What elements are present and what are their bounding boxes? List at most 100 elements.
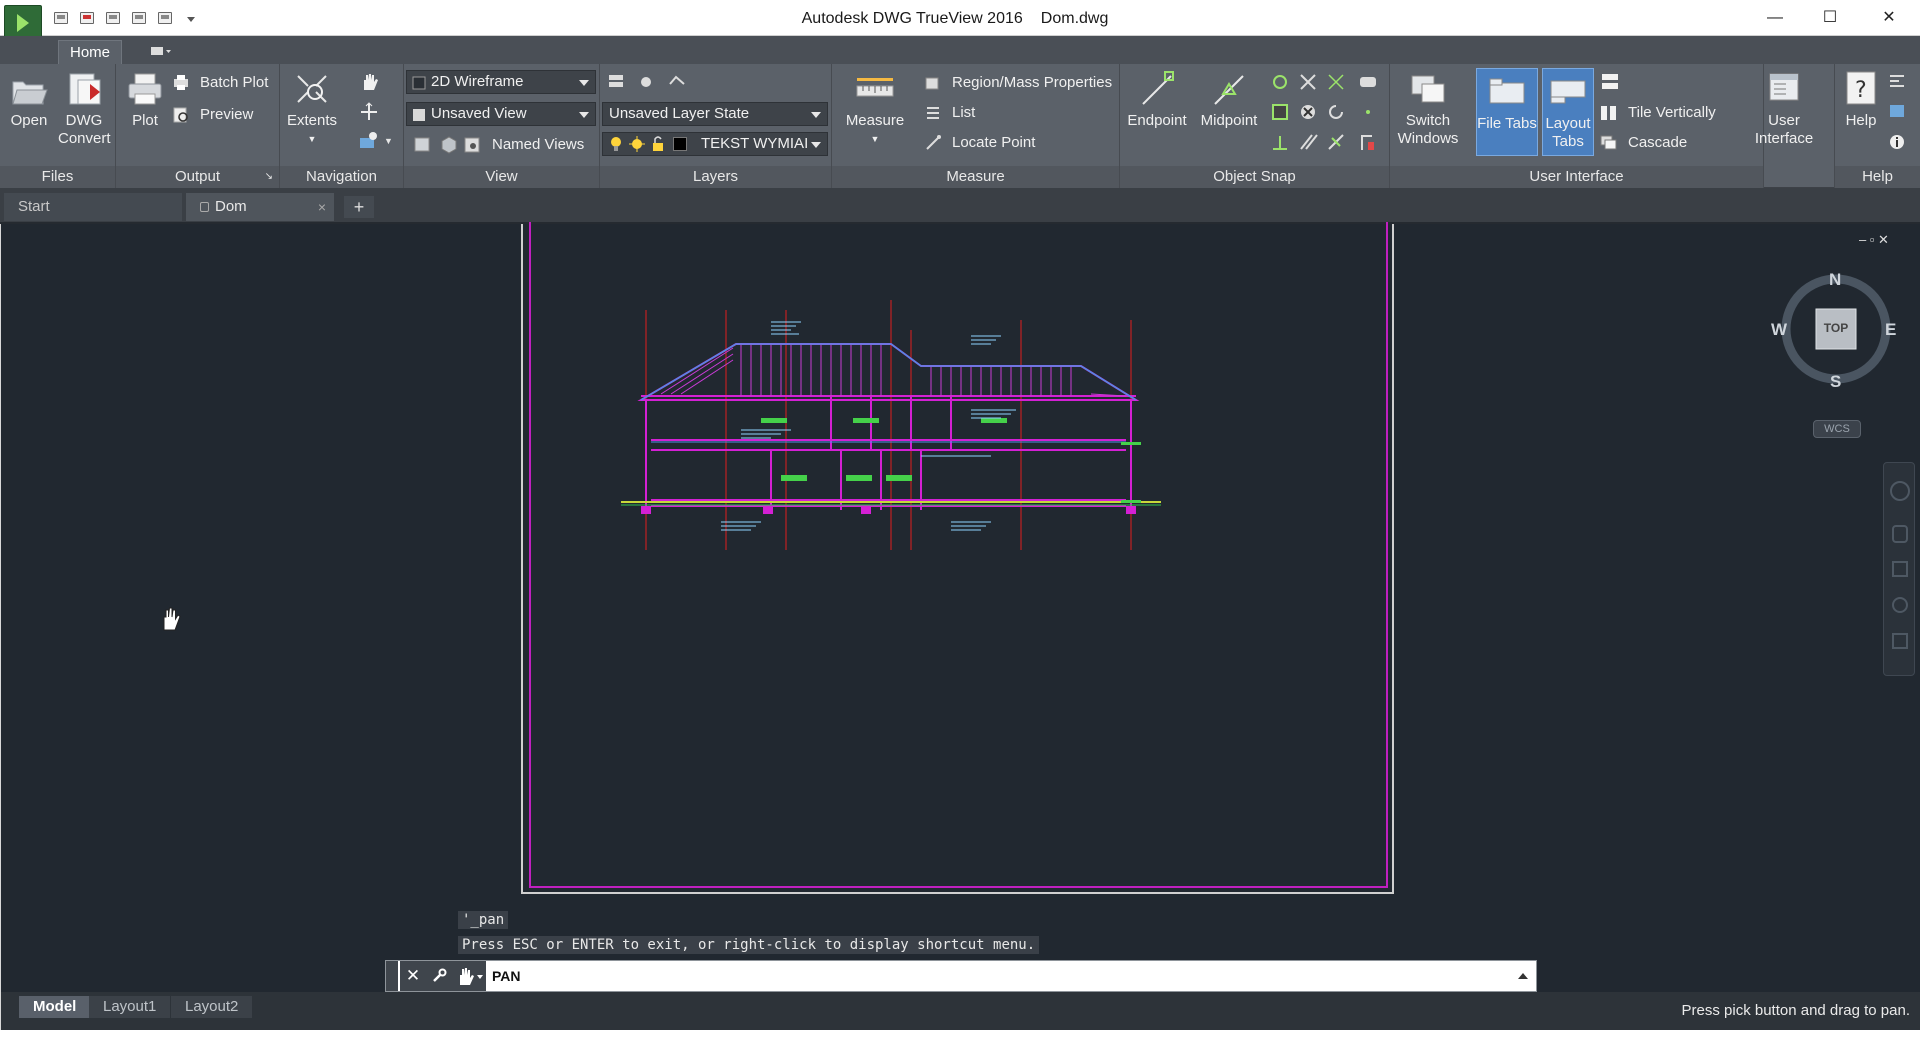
layer-properties-icon[interactable]	[606, 72, 628, 92]
compass-west[interactable]: W	[1771, 320, 1787, 340]
learning-icon[interactable]	[1887, 102, 1909, 122]
customize-wrench-icon[interactable]	[426, 961, 452, 991]
panel-measure-label: Measure	[832, 166, 1119, 188]
dialog-launcher-icon[interactable]: ↘	[265, 166, 273, 188]
plot-label: Plot	[132, 112, 158, 129]
tab-model[interactable]: Model	[19, 996, 91, 1018]
tab-home[interactable]: Home	[58, 40, 122, 64]
named-view-dropdown[interactable]: Unsaved View	[406, 102, 596, 126]
view-cube-icon[interactable]	[438, 134, 460, 154]
midpoint-button[interactable]: Midpoint	[1194, 70, 1264, 130]
file-tab-bar: Start Dom × +	[0, 188, 1920, 224]
maximize-button[interactable]: ☐	[1815, 6, 1845, 30]
minimize-button[interactable]: —	[1760, 6, 1790, 30]
open-button[interactable]: Open	[6, 70, 52, 130]
dwg-convert-button[interactable]: DWG Convert	[58, 70, 111, 148]
measure-dropdown-icon[interactable]: ▼	[840, 130, 910, 148]
recent-commands-icon[interactable]	[452, 961, 486, 991]
drawing-area[interactable]: ‒ ▫ ✕ N S E W TOP WCS	[0, 222, 1920, 992]
apparent-intersection-icon[interactable]	[1326, 72, 1348, 92]
compass-south[interactable]: S	[1830, 372, 1841, 392]
compass-north[interactable]: N	[1829, 270, 1841, 290]
parallel-snap-icon[interactable]	[1298, 132, 1320, 152]
app-title: Autodesk DWG TrueView 2016	[801, 10, 1023, 27]
extents-dropdown-icon[interactable]: ▼	[282, 130, 342, 148]
perpendicular-snap-icon[interactable]	[1270, 132, 1292, 152]
showmotion-nav-icon[interactable]	[1892, 633, 1908, 649]
tile-vertically-button[interactable]: Tile Vertically	[1600, 102, 1716, 124]
help-label: Help	[1845, 112, 1877, 129]
extents-button[interactable]: Extents ▼	[282, 70, 342, 148]
whats-new-icon[interactable]	[1887, 72, 1909, 92]
tab-dom[interactable]: Dom ×	[186, 193, 334, 221]
close-command-icon[interactable]: ✕	[400, 961, 426, 991]
center-snap-icon[interactable]	[1270, 72, 1292, 92]
layer-state-dropdown[interactable]: Unsaved Layer State	[602, 102, 828, 126]
ribbon-display-toggle-icon[interactable]	[150, 45, 172, 57]
viewcube[interactable]: N S E W TOP	[1771, 264, 1901, 394]
info-icon[interactable]	[1887, 132, 1909, 152]
panel-navigation: Extents ▼ ▼ Navigation	[280, 64, 404, 188]
switch-windows-button[interactable]: Switch Windows	[1396, 70, 1460, 148]
user-interface-button[interactable]: User Interface	[1744, 70, 1824, 148]
close-button[interactable]: ✕	[1874, 6, 1904, 30]
named-views-button[interactable]: Named Views	[464, 134, 584, 156]
layout-tabs-toggle[interactable]: Layout Tabs	[1542, 68, 1594, 156]
preview-icon	[172, 107, 190, 123]
command-line-grip-icon[interactable]	[386, 961, 398, 991]
new-tab-button[interactable]: +	[344, 196, 374, 218]
locate-point-button[interactable]: Locate Point	[924, 132, 1035, 154]
snap-from-icon[interactable]	[1358, 132, 1380, 152]
navigation-dropdown-icon[interactable]: ▼	[384, 136, 393, 146]
osnap-settings-icon[interactable]	[1358, 72, 1380, 92]
batch-plot-label: Batch Plot	[200, 74, 269, 91]
wcs-menu[interactable]: WCS	[1813, 420, 1861, 438]
endpoint-label: Endpoint	[1127, 112, 1187, 129]
tile-horizontally-icon[interactable]	[1600, 72, 1622, 92]
pan-nav-icon[interactable]	[1892, 525, 1908, 543]
compass-east[interactable]: E	[1885, 320, 1896, 340]
measure-button[interactable]: Measure ▼	[840, 70, 910, 148]
layer-state-icon[interactable]	[636, 72, 658, 92]
showmotion-icon[interactable]	[358, 130, 380, 150]
dwg-convert-label-2: Convert	[58, 130, 111, 147]
steering-wheel-icon[interactable]	[1890, 481, 1910, 501]
cascade-button[interactable]: Cascade	[1600, 132, 1687, 154]
node-snap-icon[interactable]	[1270, 102, 1292, 122]
current-layer-dropdown[interactable]: TEKST WYMIAI	[602, 132, 828, 156]
close-tab-icon[interactable]: ×	[318, 193, 326, 221]
help-button[interactable]: ? Help	[1839, 70, 1883, 130]
quadrant-snap-icon[interactable]	[1326, 102, 1348, 122]
list-button[interactable]: List	[924, 102, 975, 124]
chevron-up-icon[interactable]	[1518, 973, 1528, 979]
visual-style-value: 2D Wireframe	[431, 73, 524, 90]
extension-snap-icon[interactable]	[1358, 102, 1380, 122]
pan-icon[interactable]	[358, 72, 380, 92]
view-box-icon[interactable]	[412, 134, 434, 154]
measure-label: Measure	[845, 112, 905, 129]
tab-start[interactable]: Start	[4, 193, 182, 221]
command-input[interactable]: PAN	[492, 961, 1502, 991]
file-title: Dom.dwg	[1040, 10, 1109, 27]
file-tabs-toggle[interactable]: File Tabs	[1476, 68, 1538, 156]
viewport-controls[interactable]: ‒ ▫ ✕	[1859, 232, 1909, 247]
tab-layout1[interactable]: Layout1	[89, 996, 171, 1018]
nearest-snap-icon[interactable]	[1326, 132, 1348, 152]
tangent-snap-icon[interactable]	[1298, 102, 1320, 122]
region-mass-properties-button[interactable]: Region/Mass Properties	[924, 72, 1112, 94]
batch-plot-button[interactable]: Batch Plot	[172, 72, 268, 94]
endpoint-button[interactable]: Endpoint	[1124, 70, 1190, 130]
preview-button[interactable]: Preview	[172, 104, 253, 126]
orbit-nav-icon[interactable]	[1892, 597, 1908, 613]
panel-navigation-label: Navigation	[280, 166, 403, 188]
tab-layout2[interactable]: Layout2	[171, 996, 253, 1018]
plot-button[interactable]: Plot	[122, 70, 168, 130]
orbit-icon[interactable]	[358, 102, 380, 122]
layer-previous-icon[interactable]	[666, 72, 688, 92]
switch-windows-icon	[1408, 70, 1448, 108]
zoom-nav-icon[interactable]	[1892, 561, 1908, 577]
intersection-snap-icon[interactable]	[1298, 72, 1320, 92]
batch-plot-icon	[172, 75, 190, 91]
visual-style-dropdown[interactable]: 2D Wireframe	[406, 70, 596, 94]
viewcube-top-face[interactable]: TOP	[1816, 321, 1856, 335]
